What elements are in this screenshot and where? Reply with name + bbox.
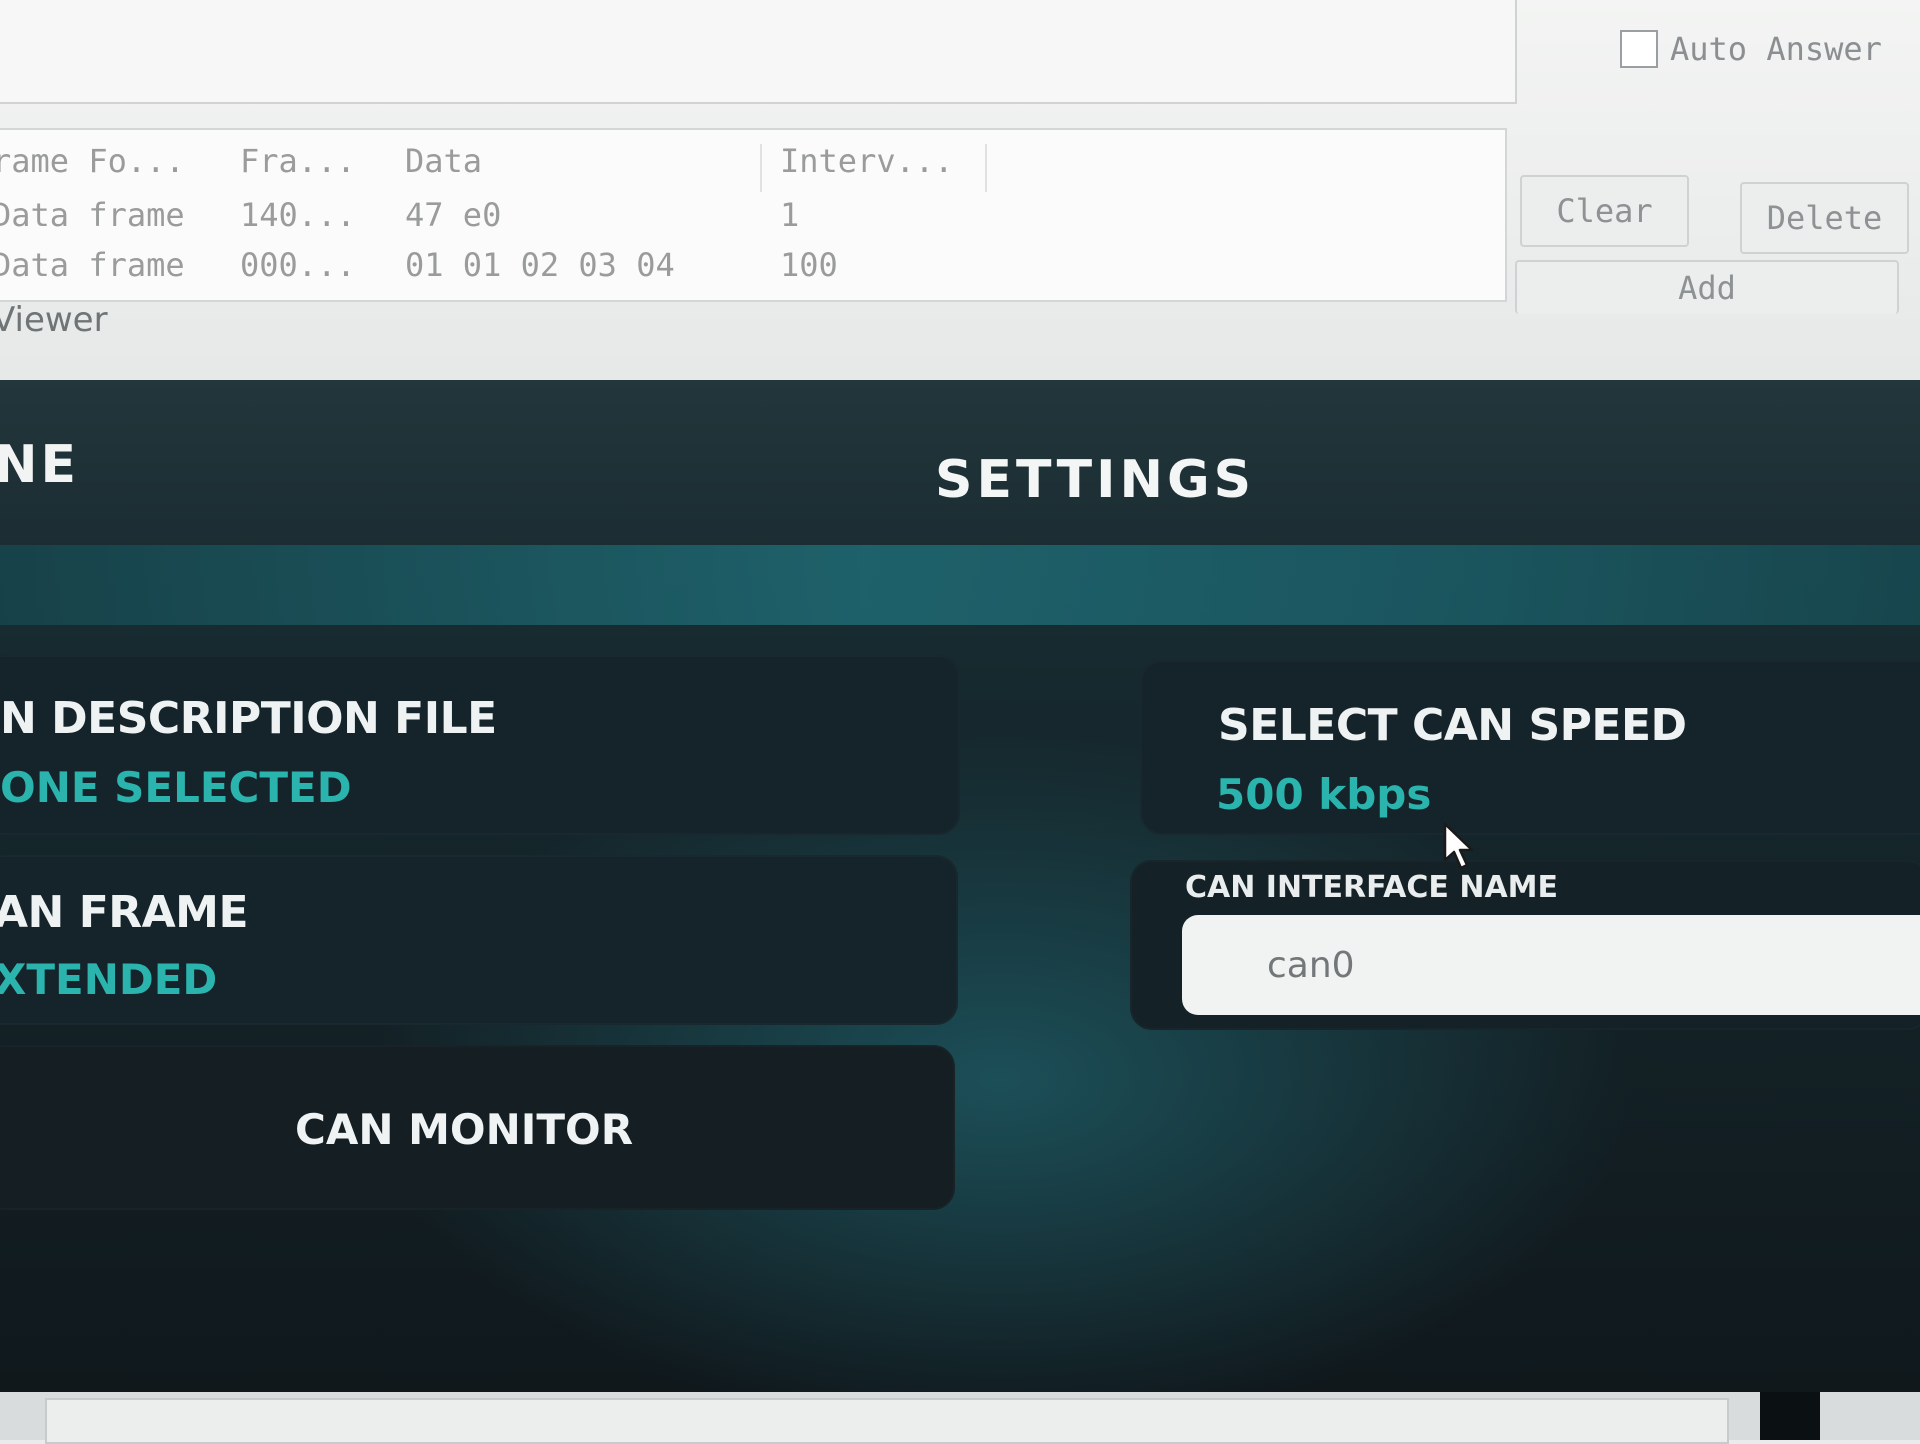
mouse-pointer-icon [1443, 822, 1474, 870]
header-accent-band [0, 545, 1920, 625]
can-interface-card: CAN INTERFACE NAME [1130, 860, 1920, 1030]
cell-interval: 100 [780, 246, 838, 284]
cell-interval: 1 [780, 196, 800, 234]
column-separator [985, 144, 987, 192]
can-speed-card[interactable]: SELECT CAN SPEED 500 kbps [1140, 660, 1920, 835]
cell-frame-id: 140... [240, 196, 356, 234]
can-monitor-button[interactable]: CAN MONITOR [0, 1045, 955, 1210]
cell-frame-format: Data frame [0, 196, 185, 234]
can-frame-value: XTENDED [0, 955, 218, 1004]
bottom-dark-block [1760, 1392, 1820, 1440]
can-interface-label: CAN INTERFACE NAME [1185, 870, 1559, 905]
can-interface-input[interactable] [1182, 915, 1920, 1015]
auto-answer-option[interactable]: Auto Answer [1620, 30, 1882, 68]
clear-button[interactable]: Clear [1520, 175, 1689, 247]
table-row[interactable]: Data frame 140... 47 e0 1 [0, 196, 1500, 244]
cell-frame-format: Data frame [0, 246, 185, 284]
description-file-title: N DESCRIPTION FILE [0, 693, 497, 744]
table-row[interactable]: Data frame 000... 01 01 02 03 04 100 [0, 246, 1500, 294]
header-frame-id[interactable]: Fra... [240, 142, 356, 180]
settings-app-panel: NE SETTINGS N DESCRIPTION FILE ONE SELEC… [0, 380, 1920, 1400]
app-header: NE SETTINGS [0, 380, 1920, 550]
can-frame-card[interactable]: AN FRAME XTENDED [0, 855, 958, 1025]
cell-data: 47 e0 [405, 196, 502, 234]
can-speed-value: 500 kbps [1216, 770, 1432, 819]
delete-button[interactable]: Delete [1740, 182, 1909, 254]
header-left-title: NE [0, 435, 80, 495]
can-monitor-label: CAN MONITOR [295, 1105, 634, 1154]
add-button[interactable]: Add [1515, 260, 1899, 314]
table-header-row: rame Fo... Fra... Data Interv... [0, 142, 1500, 190]
can-speed-title: SELECT CAN SPEED [1218, 700, 1687, 751]
column-separator [760, 144, 762, 192]
cell-frame-id: 000... [240, 246, 356, 284]
cell-data: 01 01 02 03 04 [405, 246, 675, 284]
top-input-area [0, 0, 1517, 104]
page-title: SETTINGS [935, 450, 1256, 510]
background-window: Auto Answer rame Fo... Fra... Data Inter… [0, 0, 1920, 400]
bottom-input-area [45, 1398, 1729, 1444]
auto-answer-label: Auto Answer [1670, 30, 1882, 68]
frame-table: rame Fo... Fra... Data Interv... Data fr… [0, 128, 1507, 302]
can-frame-title: AN FRAME [0, 887, 249, 938]
bottom-window-strip [0, 1392, 1920, 1444]
header-data[interactable]: Data [405, 142, 482, 180]
description-file-value: ONE SELECTED [0, 763, 352, 812]
auto-answer-checkbox[interactable] [1620, 30, 1658, 68]
header-interval[interactable]: Interv... [780, 142, 953, 180]
description-file-card[interactable]: N DESCRIPTION FILE ONE SELECTED [0, 655, 960, 835]
viewer-tab-label[interactable]: Viewer [0, 300, 108, 340]
header-frame-format[interactable]: rame Fo... [0, 142, 185, 180]
